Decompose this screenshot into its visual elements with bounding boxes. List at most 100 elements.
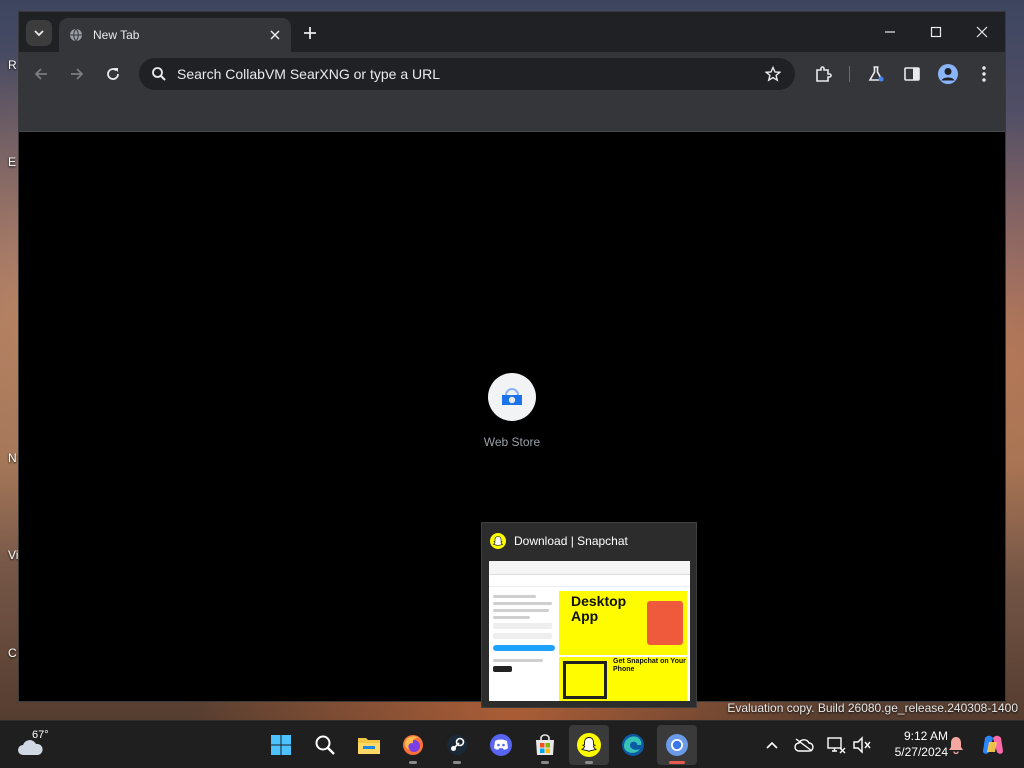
avatar-icon xyxy=(938,64,958,84)
flask-icon xyxy=(868,66,884,82)
thumbnail-app-image xyxy=(647,601,683,645)
folder-icon xyxy=(358,738,380,754)
forward-button[interactable] xyxy=(65,62,89,86)
maximize-button[interactable] xyxy=(913,18,959,46)
chevron-down-icon xyxy=(34,30,44,37)
arrow-left-icon xyxy=(34,68,47,80)
tab-title: New Tab xyxy=(93,28,140,42)
weather-widget[interactable]: 67° xyxy=(16,729,56,763)
new-tab-button[interactable] xyxy=(299,22,321,44)
puzzle-icon xyxy=(816,66,832,82)
chevron-up-icon xyxy=(766,741,778,749)
edge-icon xyxy=(622,734,644,756)
thumbnail-toolbar xyxy=(489,575,690,587)
taskbar-edge[interactable] xyxy=(613,725,653,765)
taskbar-snapchat[interactable] xyxy=(569,725,609,765)
network-icon xyxy=(827,737,846,754)
focused-indicator xyxy=(669,761,685,764)
desktop-icon-label[interactable]: R xyxy=(8,58,17,72)
address-bar[interactable] xyxy=(139,58,795,90)
steam-icon xyxy=(447,735,467,755)
weather-temperature: 67° xyxy=(32,729,49,741)
shortcut-web-store[interactable]: Web Store xyxy=(474,373,550,449)
snapchat-icon xyxy=(490,533,506,549)
notifications-button[interactable] xyxy=(946,735,966,755)
clock-time: 9:12 AM xyxy=(903,729,948,743)
menu-button[interactable] xyxy=(972,62,996,86)
close-window-button[interactable] xyxy=(959,18,1005,46)
show-hidden-icons-button[interactable] xyxy=(762,735,782,755)
back-button[interactable] xyxy=(29,62,53,86)
web-store-icon xyxy=(502,388,522,405)
shortcut-label: Web Store xyxy=(483,435,541,449)
cloud-offline-icon xyxy=(794,738,814,752)
qr-code-icon xyxy=(563,661,607,699)
plus-icon xyxy=(304,27,316,39)
thumbnail-desktop-app-banner: Desktop App xyxy=(559,591,687,655)
tab-strip: New Tab xyxy=(19,12,1005,52)
close-icon xyxy=(976,26,988,38)
system-clock[interactable]: 9:12 AM 5/27/2024 xyxy=(878,728,948,760)
preview-title: Download | Snapchat xyxy=(514,534,628,548)
globe-icon xyxy=(70,28,82,42)
labs-button[interactable] xyxy=(864,62,888,86)
close-tab-button[interactable] xyxy=(265,25,285,45)
toolbar-divider xyxy=(849,66,850,82)
tray-onedrive[interactable] xyxy=(794,735,814,755)
snapchat-icon xyxy=(577,733,601,757)
bookmark-star-button[interactable] xyxy=(761,62,785,86)
taskbar-window-preview[interactable]: Download | Snapchat Desktop App Get Snapc… xyxy=(481,522,697,708)
discord-icon xyxy=(490,734,512,756)
taskbar-microsoft-store[interactable] xyxy=(525,725,565,765)
desktop-icon-label[interactable]: C xyxy=(8,646,17,660)
browser-toolbar xyxy=(19,52,1005,96)
thumbnail-browser-bar xyxy=(489,561,690,575)
taskbar-firefox[interactable] xyxy=(393,725,433,765)
minimize-button[interactable] xyxy=(867,18,913,46)
start-button[interactable] xyxy=(261,725,301,765)
maximize-icon xyxy=(930,26,942,38)
tab-new-tab[interactable]: New Tab xyxy=(59,18,291,52)
bookmarks-bar xyxy=(19,96,1005,132)
profile-button[interactable] xyxy=(936,62,960,86)
bell-icon xyxy=(949,737,963,754)
tab-search-button[interactable] xyxy=(26,20,52,46)
taskbar-search-button[interactable] xyxy=(305,725,345,765)
windows-logo-icon xyxy=(271,735,291,755)
thumbnail-phone-banner: Get Snapchat on Your Phone xyxy=(559,657,687,701)
minimize-icon xyxy=(885,31,895,33)
side-panel-icon xyxy=(904,67,920,81)
tray-network[interactable] xyxy=(826,735,846,755)
star-icon xyxy=(765,66,781,82)
taskbar-file-explorer[interactable] xyxy=(349,725,389,765)
running-indicator xyxy=(541,761,549,764)
firefox-icon xyxy=(403,735,423,755)
thumbnail-login-form xyxy=(493,595,555,695)
taskbar-discord[interactable] xyxy=(481,725,521,765)
search-icon xyxy=(152,67,166,81)
running-indicator xyxy=(585,761,593,764)
close-icon xyxy=(270,30,280,40)
arrow-right-icon xyxy=(71,68,84,80)
address-input[interactable] xyxy=(177,66,761,82)
preview-header: Download | Snapchat xyxy=(482,523,696,559)
taskbar-chromium[interactable] xyxy=(657,725,697,765)
preview-thumbnail: Desktop App Get Snapchat on Your Phone xyxy=(489,561,690,701)
shortcut-tile xyxy=(488,373,536,421)
taskbar: 67° 9:12 AM 5/27/2024 xyxy=(0,720,1024,768)
kebab-menu-icon xyxy=(982,66,986,82)
desktop-icon-label[interactable]: E xyxy=(8,155,16,169)
taskbar-steam[interactable] xyxy=(437,725,477,765)
copilot-icon xyxy=(983,735,1003,754)
chromium-icon xyxy=(666,734,688,756)
tray-volume[interactable] xyxy=(852,735,872,755)
copilot-button[interactable] xyxy=(980,735,1006,755)
running-indicator xyxy=(453,761,461,764)
thumbnail-heading: Desktop App xyxy=(571,593,627,624)
extensions-button[interactable] xyxy=(811,62,835,86)
running-indicator xyxy=(409,761,417,764)
desktop-icon-label[interactable]: N xyxy=(8,451,17,465)
volume-muted-icon xyxy=(853,736,871,754)
side-panel-button[interactable] xyxy=(900,62,924,86)
reload-button[interactable] xyxy=(101,62,125,86)
